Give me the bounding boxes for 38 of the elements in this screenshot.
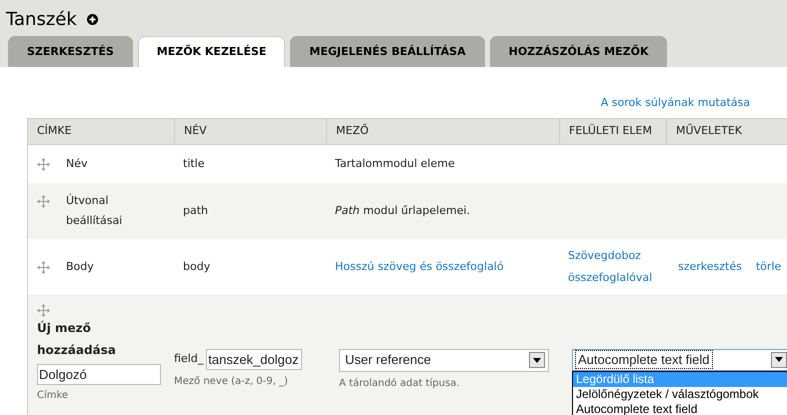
column-header: FELÜLETI ELEM <box>559 118 666 144</box>
field-name: title <box>182 156 206 172</box>
column-header: MEZŐ <box>326 118 559 144</box>
tab[interactable]: SZERKESZTÉS <box>8 36 133 67</box>
add-icon[interactable] <box>86 14 98 24</box>
field-name-hint: Mező neve (a-z, 0-9, _) <box>174 374 289 388</box>
page-title: Tanszék <box>6 8 77 32</box>
field-name: path <box>182 202 210 218</box>
column-header: NÉV <box>174 118 326 144</box>
tab[interactable]: HOZZÁSZÓLÁS MEZŐK <box>490 36 668 67</box>
field-type-hint: A tárolandó adat típusa. <box>339 376 461 390</box>
column-header: MŰVELETEK <box>666 118 787 144</box>
field-label: Név <box>66 156 89 172</box>
field-type-link[interactable]: Hosszú szöveg és összefoglaló <box>335 256 504 276</box>
field-name-input[interactable]: tanszek_dolgoz <box>206 348 302 370</box>
operation-link[interactable]: törle <box>756 256 782 276</box>
field-label: Body <box>66 258 95 274</box>
field-label: Útvonal beállításai <box>66 192 124 228</box>
field-type: Tartalommodul eleme <box>335 156 455 172</box>
show-weights-link[interactable]: A sorok súlyának mutatása <box>600 95 750 112</box>
tab[interactable]: MEGJELENÉS BEÁLLÍTÁSA <box>290 36 485 67</box>
field-name-prefix: field_ <box>174 350 204 367</box>
new-field-title: Új mező hozzáadása <box>37 320 117 358</box>
label-input[interactable]: Dolgozó <box>37 364 161 384</box>
column-header: CÍMKE <box>36 122 73 139</box>
drag-handle-icon[interactable] <box>37 260 50 274</box>
widget-select[interactable]: Autocomplete text field <box>572 348 787 370</box>
drag-handle-icon[interactable] <box>37 194 50 208</box>
field-type: Path modul űrlapelemei. <box>335 202 470 218</box>
tab[interactable]: MEZŐK KEZELÉSE <box>138 36 286 67</box>
drag-handle-icon[interactable] <box>37 304 50 316</box>
widget-link[interactable]: Szövegdoboz összefoglalóval <box>568 244 657 288</box>
drag-handle-icon[interactable] <box>37 158 50 170</box>
field-type-select[interactable]: User reference <box>339 348 549 372</box>
label-hint: Címke <box>37 388 70 402</box>
field-name: body <box>182 258 212 274</box>
dropdown-option[interactable]: Jelölőnégyzetek / választógombok <box>573 386 787 402</box>
operation-link[interactable]: szerkesztés <box>678 256 742 276</box>
